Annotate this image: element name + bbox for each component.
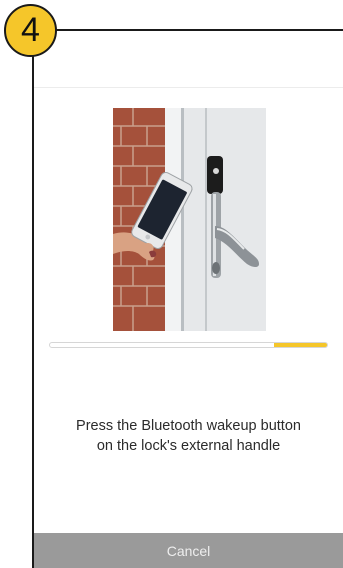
instruction-line-2: on the lock's external handle <box>96 438 281 454</box>
step-number: 4 <box>21 10 40 49</box>
cancel-label: Cancel <box>166 542 211 559</box>
progress-bar <box>49 342 328 348</box>
lock-photo-illustration <box>113 108 266 331</box>
lock-photo <box>113 108 266 331</box>
instruction-line-1: Press the Bluetooth wakeup button <box>76 418 301 434</box>
instruction-text: Press the Bluetooth wakeup button on the… <box>34 416 343 456</box>
app-screen: Press the Bluetooth wakeup button on the… <box>32 29 343 568</box>
progress-fill <box>274 343 327 347</box>
header-divider <box>34 87 343 88</box>
cancel-button[interactable]: Cancel <box>34 533 343 568</box>
step-number-badge: 4 <box>4 4 57 57</box>
